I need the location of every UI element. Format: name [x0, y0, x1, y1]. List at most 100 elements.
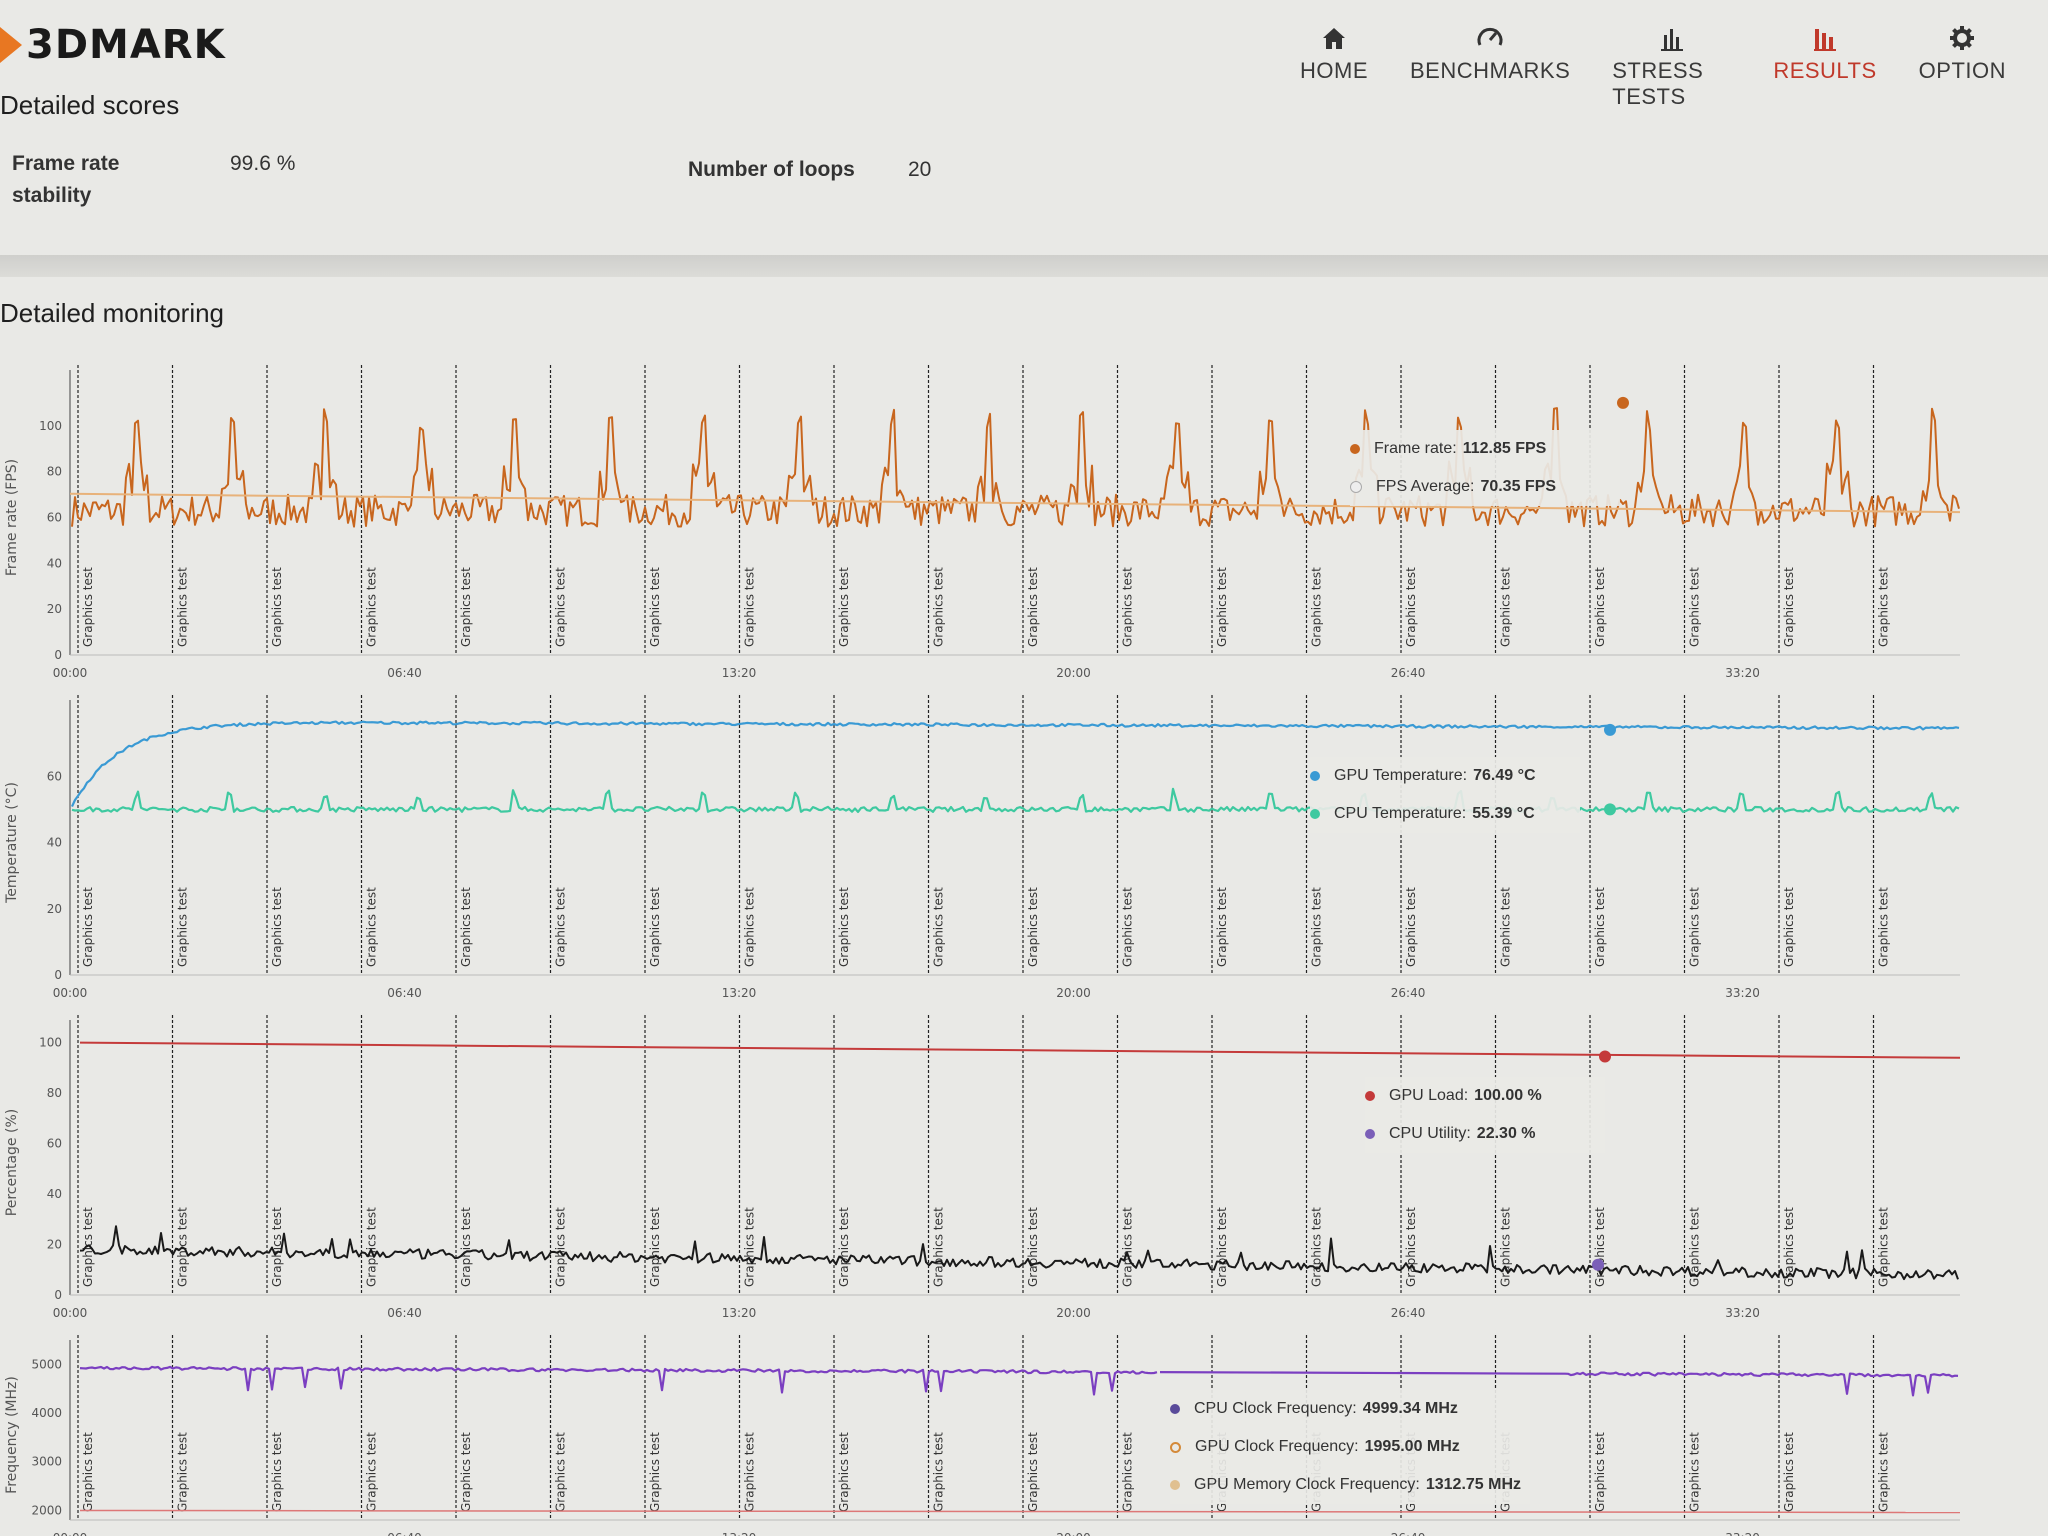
- loop-marker-label: Graphics test: [837, 887, 851, 967]
- legend-gpu-temp[interactable]: GPU Temperature:76.49 °C: [1310, 757, 1580, 795]
- y-tick-label: 4000: [31, 1406, 62, 1420]
- loop-marker-label: Graphics test: [1215, 1207, 1229, 1287]
- nav-options[interactable]: OPTION: [1919, 18, 2006, 110]
- nav-results[interactable]: RESULTS: [1773, 18, 1876, 110]
- frame-rate-chart[interactable]: 0 20 40 60 80 100 Frame rate (FPS) Graphics tes…: [0, 360, 2048, 700]
- legend-cpu-temp-name: CPU Temperature: [1334, 805, 1462, 822]
- x-tick-label: 33:20: [1725, 666, 1760, 680]
- x-tick-label: 33:20: [1725, 1306, 1760, 1320]
- legend-gpu-load[interactable]: GPU Load:100.00 %: [1365, 1077, 1605, 1115]
- loop-marker-label: Graphics test: [1782, 887, 1796, 967]
- legend-cpu-temp-value: 55.39 °C: [1472, 805, 1535, 822]
- loop-marker-label: Graphics test: [1121, 887, 1135, 967]
- percentage-chart[interactable]: 0 20 40 60 80 100 Percentage (%) Graphics test G…: [0, 1010, 2048, 1340]
- home-icon: [1320, 18, 1348, 58]
- loop-marker-label: Graphics test: [1877, 567, 1891, 647]
- x-tick-label: 26:40: [1391, 1306, 1426, 1320]
- loop-marker-label: Graphics test: [932, 1207, 946, 1287]
- loop-marker-label: Graphics test: [365, 887, 379, 967]
- y-tick-label: 100: [39, 419, 62, 433]
- x-tick-label: 06:40: [387, 1306, 422, 1320]
- y-tick-label: 80: [47, 1086, 62, 1100]
- app-logo[interactable]: 3DMARK: [0, 22, 226, 68]
- loop-marker-label: Graphics test: [1121, 1432, 1135, 1512]
- gpu-load-hover-point: [1599, 1050, 1611, 1063]
- nav-stress-tests[interactable]: STRESS TESTS: [1612, 18, 1731, 110]
- loop-marker-label: Graphics test: [554, 1432, 568, 1512]
- legend-frame-rate[interactable]: Frame rate:112.85 FPS: [1350, 430, 1620, 468]
- legend-gpu-temp-value: 76.49 °C: [1473, 767, 1536, 784]
- loop-marker-label: Graphics test: [270, 567, 284, 647]
- legend-cpu-clock-value: 4999.34 MHz: [1362, 1400, 1458, 1417]
- nav-benchmarks[interactable]: BENCHMARKS: [1410, 18, 1570, 110]
- legend-gpu-clock[interactable]: GPU Clock Frequency:1995.00 MHz: [1170, 1428, 1530, 1466]
- temperature-chart[interactable]: 0 20 40 60 Temperature (°C) Graphics test Grap…: [0, 690, 2048, 1020]
- legend-cpu-clock-name: CPU Clock Frequency: [1194, 1400, 1353, 1417]
- y-tick-label: 20: [47, 902, 62, 916]
- y-tick-label: 40: [47, 1187, 62, 1201]
- legend-cpu-clock[interactable]: CPU Clock Frequency:4999.34 MHz: [1170, 1390, 1530, 1428]
- loop-marker-label: Graphics test: [1404, 887, 1418, 967]
- y-tick-label: 20: [47, 1238, 62, 1252]
- nav-results-label: RESULTS: [1773, 58, 1877, 83]
- loop-marker-label: Graphics test: [1404, 567, 1418, 647]
- y-tick-label: 20: [47, 602, 62, 616]
- frame-rate-legend: Frame rate:112.85 FPS FPS Average:70.35 …: [1350, 430, 1620, 506]
- loop-marker-label: Graphics test: [1499, 887, 1513, 967]
- percentage-legend: GPU Load:100.00 % CPU Utility:22.30 %: [1365, 1077, 1605, 1153]
- legend-fps-average[interactable]: FPS Average:70.35 FPS: [1350, 468, 1620, 506]
- loop-marker-label: Graphics test: [1026, 1432, 1040, 1512]
- frequency-chart[interactable]: 2000 3000 4000 5000 Frequency (MHz) Graphics …: [0, 1320, 2048, 1536]
- legend-cpu-utility[interactable]: CPU Utility:22.30 %: [1365, 1115, 1605, 1153]
- x-tick-label: 13:20: [722, 986, 757, 1000]
- loop-marker-label: Graphics test: [743, 1207, 757, 1287]
- section-divider: [0, 255, 2048, 277]
- loop-marker-label: Graphics test: [365, 567, 379, 647]
- cpu-clock-dot: [1170, 1404, 1180, 1414]
- loop-marker-label: Graphics test: [1688, 567, 1702, 647]
- loop-marker-label: Graphics test: [932, 1432, 946, 1512]
- legend-gpu-temp-name: GPU Temperature: [1334, 767, 1463, 784]
- loop-marker-label: Graphics test: [648, 1432, 662, 1512]
- loop-marker-label: Graphics test: [365, 1207, 379, 1287]
- results-icon: [1810, 18, 1840, 58]
- legend-fps-average-name: FPS Average: [1376, 478, 1470, 495]
- gpu-temperature-series: [70, 720, 1960, 808]
- nav-home[interactable]: HOME: [1300, 18, 1368, 110]
- cpu-temp-dot: [1310, 809, 1320, 819]
- loop-marker-label: Graphics test: [81, 567, 95, 647]
- loop-marker-label: Graphics test: [648, 887, 662, 967]
- loop-marker-label: Graphics test: [743, 1432, 757, 1512]
- nav-benchmarks-label: BENCHMARKS: [1410, 58, 1571, 83]
- nav-options-label: OPTION: [1918, 58, 2006, 83]
- legend-cpu-temp[interactable]: CPU Temperature:55.39 °C: [1310, 795, 1580, 833]
- x-tick-label: 20:00: [1056, 666, 1091, 680]
- loop-marker-label: Graphics test: [743, 567, 757, 647]
- x-tick-label: 13:20: [722, 1531, 757, 1536]
- legend-gpu-mem-clock[interactable]: GPU Memory Clock Frequency:1312.75 MHz: [1170, 1466, 1530, 1504]
- gauge-icon: [1475, 18, 1505, 58]
- y-tick-label: 80: [47, 465, 62, 479]
- x-tick-label: 00:00: [53, 666, 88, 680]
- loop-marker-label: Graphics test: [1499, 567, 1513, 647]
- y-axis-label: Frequency (MHz): [4, 1376, 20, 1494]
- loop-marker-label: Graphics test: [176, 887, 190, 967]
- x-tick-label: 13:20: [722, 666, 757, 680]
- legend-gpu-load-name: GPU Load: [1389, 1087, 1464, 1104]
- x-tick-label: 20:00: [1056, 1306, 1091, 1320]
- loop-marker-label: Graphics test: [1215, 567, 1229, 647]
- x-tick-label: 06:40: [387, 666, 422, 680]
- cpu-utility-dot: [1365, 1129, 1375, 1139]
- y-tick-label: 3000: [31, 1455, 62, 1469]
- loop-marker-label: Graphics test: [932, 887, 946, 967]
- x-tick-label: 26:40: [1391, 986, 1426, 1000]
- cpu-temp-hover-point: [1604, 803, 1616, 816]
- gpu-temp-dot: [1310, 771, 1320, 781]
- logo-text: 3DMARK: [26, 22, 226, 68]
- loop-marker-label: Graphics test: [81, 887, 95, 967]
- loop-marker-label: Graphics test: [743, 887, 757, 967]
- nav-stress-tests-label: STRESS TESTS: [1612, 58, 1704, 109]
- main-nav: HOME BENCHMARKS STRESS TESTS RESULTS OPT…: [1300, 18, 2048, 110]
- x-tick-label: 20:00: [1056, 1531, 1091, 1536]
- nav-home-label: HOME: [1300, 58, 1368, 83]
